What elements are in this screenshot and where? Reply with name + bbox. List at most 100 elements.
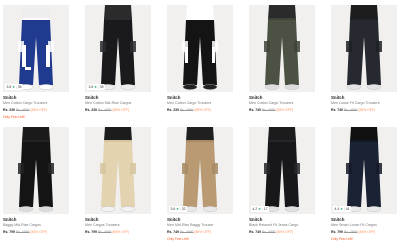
product-price: Rs. 749 — [331, 108, 343, 112]
price-row: Rs. 239 Rs. 4999 (65% OFF) — [3, 108, 47, 112]
rating-value: 4.4 — [334, 207, 340, 211]
product-card[interactable]: Snitch Men Cargos Trousers Rs. 799 Rs. 499… — [85, 127, 151, 245]
stock-status: Only Few Left! — [167, 237, 189, 241]
product-image — [249, 5, 315, 92]
product-price: Rs. 799 — [85, 230, 97, 234]
product-image-frame[interactable]: 3.8 ★ | 35 — [3, 5, 69, 92]
product-title: Men Mid-Rise Baggy Trouser — [167, 223, 214, 227]
product-mrp: Rs. 4999 — [15, 108, 30, 112]
product-image-frame[interactable]: 3.6 ★ | 39 — [85, 5, 151, 92]
product-mrp: Rs. 4999 — [261, 108, 276, 112]
rating-count: 41 — [345, 207, 350, 211]
rating-badge: 4.2 ★ | 17 — [251, 206, 270, 212]
rating-value: 3.8 — [6, 85, 12, 89]
product-title: Black Relaxed Fit Jeans Cargo — [249, 223, 299, 227]
product-brand: Snitch — [331, 95, 345, 100]
product-card[interactable]: 4.4 ★ | 41 Snitch Men Smart Loose Fit Cargos R… — [331, 127, 397, 245]
product-mrp: Rs. 4999 — [343, 108, 358, 112]
star-icon: ★ — [340, 207, 344, 211]
product-discount: (65% OFF) — [194, 108, 212, 112]
rating-badge: 3.6 ★ | 39 — [87, 84, 106, 90]
product-image — [85, 5, 151, 92]
product-discount: (84% OFF) — [112, 230, 130, 234]
product-image — [85, 127, 151, 214]
rating-count: 32 — [181, 207, 186, 211]
product-discount: (84% OFF) — [358, 230, 376, 234]
product-price: Rs. 239 — [3, 108, 15, 112]
product-price: Rs. 239 — [85, 108, 97, 112]
product-brand: Snitch — [167, 95, 181, 100]
product-card[interactable]: 3.6 ★ | 39 Snitch Men Cotton Mid-Rise Cargos R… — [85, 5, 151, 123]
product-mrp: Rs. 4999 — [179, 108, 194, 112]
product-discount: (85% OFF) — [194, 230, 212, 234]
product-image — [331, 5, 397, 92]
product-discount: (85% OFF) — [358, 108, 376, 112]
product-title: Men Cotton Cargo Trousers — [249, 101, 294, 105]
product-image-frame[interactable]: 4.4 ★ | 41 — [331, 127, 397, 214]
product-brand: Snitch — [331, 217, 345, 222]
product-image-frame[interactable] — [331, 5, 397, 92]
rating-value: 3.6 — [88, 85, 94, 89]
product-discount: (65% OFF) — [30, 108, 48, 112]
product-brand: Snitch — [249, 217, 263, 222]
price-row: Rs. 799 Rs. 4999 (84% OFF) — [331, 230, 375, 234]
product-image-frame[interactable]: 4.2 ★ | 17 — [249, 127, 315, 214]
star-icon: ★ — [12, 85, 16, 89]
product-discount: (85% OFF) — [276, 108, 294, 112]
product-card[interactable]: Snitch Men Cotton Cargo Trousers Rs. 239 R… — [167, 5, 233, 123]
rating-value: 4.2 — [252, 207, 258, 211]
star-icon: ★ — [94, 85, 98, 89]
product-price: Rs. 749 — [249, 108, 261, 112]
rating-count: 17 — [263, 207, 268, 211]
product-grid: 3.8 ★ | 35 Snitch Men Cotton Cargo Trousers Rs… — [0, 0, 400, 244]
product-title: Men Cargos Trousers — [85, 223, 120, 227]
product-image-frame[interactable] — [249, 5, 315, 92]
rating-badge: 4.4 ★ | 41 — [333, 206, 352, 212]
price-row: Rs. 239 Rs. 4999 (65% OFF) — [85, 108, 129, 112]
stock-status: Only Few Left! — [331, 237, 353, 241]
product-brand: Snitch — [3, 217, 17, 222]
product-price: Rs. 799 — [331, 230, 343, 234]
product-card[interactable]: 3.8 ★ | 35 Snitch Men Cotton Cargo Trousers Rs… — [3, 5, 69, 123]
rating-value: 3.6 — [170, 207, 176, 211]
product-image — [167, 5, 233, 92]
product-brand: Snitch — [3, 95, 17, 100]
product-mrp: Rs. 4999 — [261, 230, 276, 234]
price-row: Rs. 799 Rs. 4999 (84% OFF) — [85, 230, 129, 234]
price-row: Rs. 749 Rs. 4999 (85% OFF) — [249, 108, 293, 112]
price-row: Rs. 799 Rs. 4999 (84% OFF) — [3, 230, 47, 234]
price-row: Rs. 749 Rs. 4999 (85% OFF) — [249, 230, 293, 234]
price-row: Rs. 749 Rs. 4999 (85% OFF) — [331, 108, 375, 112]
product-mrp: Rs. 4999 — [15, 230, 30, 234]
stock-status: Only Few Left! — [3, 115, 25, 119]
product-mrp: Rs. 4999 — [179, 230, 194, 234]
product-price: Rs. 799 — [3, 230, 15, 234]
product-image — [249, 127, 315, 214]
rating-badge: 3.8 ★ | 35 — [5, 84, 24, 90]
product-card[interactable]: Snitch Men Loose Fit Cargo Trousers Rs. 74… — [331, 5, 397, 123]
product-card[interactable]: Snitch Men Cotton Cargo Trousers Rs. 749 R… — [249, 5, 315, 123]
product-image — [3, 127, 69, 214]
product-mrp: Rs. 4999 — [97, 108, 112, 112]
product-mrp: Rs. 4999 — [343, 230, 358, 234]
product-image — [331, 127, 397, 214]
star-icon: ★ — [258, 207, 262, 211]
product-price: Rs. 749 — [249, 230, 261, 234]
product-image-frame[interactable] — [3, 127, 69, 214]
product-card[interactable]: Snitch Baggy Mid-Rise Cargos Rs. 799 Rs. 4… — [3, 127, 69, 245]
product-image-frame[interactable] — [85, 127, 151, 214]
product-card[interactable]: 4.2 ★ | 17 Snitch Black Relaxed Fit Jeans Car… — [249, 127, 315, 245]
product-image-frame[interactable] — [167, 5, 233, 92]
product-card[interactable]: 3.6 ★ | 32 Snitch Men Mid-Rise Baggy Trouser R… — [167, 127, 233, 245]
product-image-frame[interactable]: 3.6 ★ | 32 — [167, 127, 233, 214]
product-mrp: Rs. 4999 — [97, 230, 112, 234]
product-brand: Snitch — [167, 217, 181, 222]
product-title: Men Smart Loose Fit Cargos — [331, 223, 377, 227]
product-title: Men Cotton Cargo Trousers — [167, 101, 212, 105]
product-discount: (65% OFF) — [112, 108, 130, 112]
product-brand: Snitch — [85, 95, 99, 100]
product-title: Men Cotton Cargo Trousers — [3, 101, 48, 105]
price-row: Rs. 749 Rs. 4999 (85% OFF) — [167, 230, 211, 234]
star-icon: ★ — [176, 207, 180, 211]
rating-badge: 3.6 ★ | 32 — [169, 206, 188, 212]
